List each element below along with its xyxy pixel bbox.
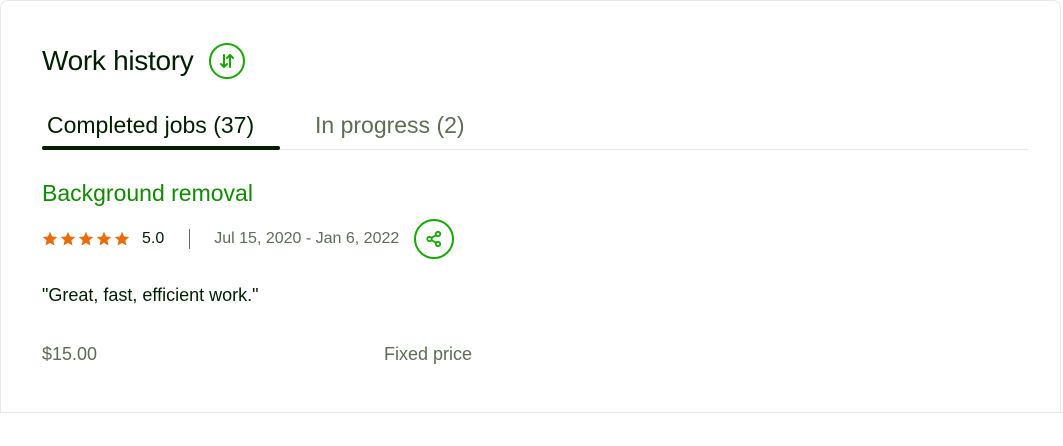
share-icon xyxy=(426,230,442,248)
star-icon xyxy=(60,231,76,246)
tab-completed-jobs[interactable]: Completed jobs (37) xyxy=(47,112,254,139)
client-feedback: "Great, fast, efficient work." xyxy=(42,285,259,305)
star-rating xyxy=(42,231,130,247)
price-type: Fixed price xyxy=(384,344,473,364)
section-title: Work history xyxy=(42,45,194,76)
tab-in-progress[interactable]: In progress (2) xyxy=(315,112,465,139)
active-tab-indicator xyxy=(42,146,280,150)
section-header: Work history xyxy=(42,43,246,79)
section-divider xyxy=(0,412,1063,413)
share-button[interactable] xyxy=(414,219,455,259)
job-dates: Jul 15, 2020 - Jan 6, 2022 xyxy=(214,230,400,247)
tab-bar: Completed jobs (37) In progress (2) xyxy=(42,107,1028,150)
job-price: $15.00 xyxy=(42,344,98,364)
rating-value: 5.0 xyxy=(142,230,165,247)
meta-divider xyxy=(189,229,191,249)
star-icon xyxy=(96,231,112,246)
sort-arrows-icon xyxy=(220,54,235,68)
job-title-link[interactable]: Background removal xyxy=(42,180,253,207)
job-meta: 5.0 Jul 15, 2020 - Jan 6, 2022 xyxy=(42,219,455,259)
star-icon xyxy=(42,231,58,246)
star-icon xyxy=(78,231,94,246)
star-icon xyxy=(114,231,130,246)
work-history-card: Work history Completed jobs (37) In prog… xyxy=(0,0,1061,413)
sort-button[interactable] xyxy=(209,43,246,79)
